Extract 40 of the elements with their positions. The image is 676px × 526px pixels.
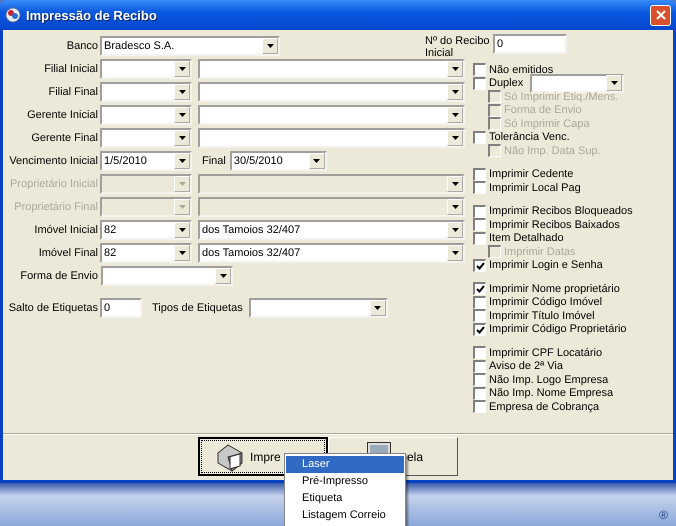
- field-label: Banco: [66, 40, 98, 52]
- registered-mark: ®: [659, 508, 668, 522]
- field-label: Forma de Envio: [19, 270, 98, 282]
- checkbox-label: Imprimir Recibos Baixados: [489, 218, 620, 231]
- checkbox-label: Duplex: [489, 77, 524, 90]
- checkbox-label: Aviso de 2ª Via: [489, 360, 563, 372]
- field-label: Proprietário Inicial: [8, 178, 98, 190]
- field-label: Salto de Etiquetas: [8, 302, 98, 314]
- checkbox-label: Imprimir Recibos Bloqueados: [489, 205, 633, 218]
- checkbox-label: Não emitidos: [489, 64, 554, 76]
- checkbox-label: Não Imp. Nome Empresa: [489, 387, 614, 400]
- field-label: Gerente Inicial: [26, 108, 98, 120]
- field-label: Filial Inicial: [43, 62, 98, 74]
- checkbox-label: Imprimir Código Proprietário: [489, 323, 627, 336]
- checkbox-label: Imprimir Local Pag: [489, 182, 581, 194]
- checkbox-label: Só Imprimir Etiq./Mens.: [504, 90, 618, 103]
- field-label: Proprietário Final: [13, 200, 98, 212]
- field-label: Final: [202, 154, 226, 166]
- checkbox-label: Não Imp. Data Sup.: [504, 144, 601, 157]
- checkbox-label: Imprimir Login e Senha: [489, 259, 603, 272]
- window-title: Impressão de Recibo: [26, 8, 158, 22]
- field-label: Imóvel Final: [38, 246, 98, 258]
- checkbox-label: Forma de Envio: [504, 104, 582, 116]
- field-label: Imóvel Inicial: [33, 224, 98, 236]
- field-label: Vencimento Inicial: [8, 154, 98, 166]
- field-label: Gerente Final: [30, 132, 98, 144]
- checkbox-label: Imprimir Código Imóvel: [489, 296, 602, 308]
- checkbox-label: Só Imprimir Capa: [504, 118, 590, 130]
- checkbox-label: Imprimir CPF Locatário: [489, 346, 602, 359]
- checkbox-label: Item Detalhado: [489, 232, 564, 244]
- checkbox-label: Tolerância Venc.: [489, 131, 570, 144]
- checkbox-label: Imprimir Nome proprietário: [489, 282, 620, 295]
- checkbox-label: Imprimir Título Imóvel: [489, 310, 595, 322]
- checkbox-label: Imprimir Datas: [504, 246, 576, 258]
- field-label: Nº do Recibo Inicial: [425, 35, 491, 59]
- field-label: Filial Final: [47, 86, 98, 98]
- checkbox-label: Não Imp. Logo Empresa: [489, 374, 608, 386]
- checkbox-label: Empresa de Cobrança: [489, 400, 600, 413]
- field-label: Tipos de Etiquetas: [152, 302, 243, 314]
- checkbox-label: Imprimir Cedente: [489, 168, 574, 180]
